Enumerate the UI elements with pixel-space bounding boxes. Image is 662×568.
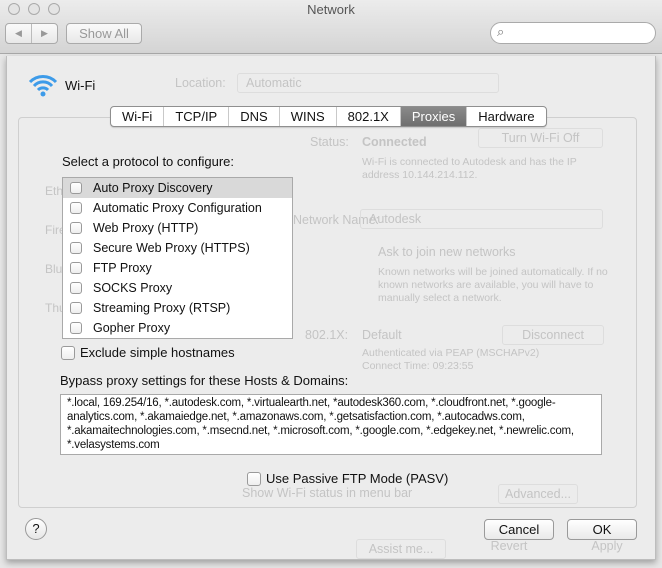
tab-proxies[interactable]: Proxies — [400, 107, 468, 126]
passive-ftp-checkbox[interactable]: Use Passive FTP Mode (PASV) — [247, 471, 448, 486]
checkbox[interactable] — [70, 182, 82, 194]
checkbox[interactable] — [70, 202, 82, 214]
tab-wifi[interactable]: Wi-Fi — [111, 107, 165, 126]
service-name: Wi-Fi — [65, 78, 96, 93]
protocol-label: Gopher Proxy — [93, 321, 171, 335]
wifi-icon — [28, 73, 58, 103]
ok-button[interactable]: OK — [567, 519, 637, 540]
apply-button: Apply — [591, 539, 623, 553]
back-button[interactable]: ◀ — [6, 24, 32, 43]
window-title: Network — [307, 2, 355, 17]
protocol-label: FTP Proxy — [93, 261, 152, 275]
checkbox-label: Use Passive FTP Mode (PASV) — [266, 471, 449, 486]
protocol-label: SOCKS Proxy — [93, 281, 173, 295]
show-all-button[interactable]: Show All — [66, 23, 142, 44]
protocol-row-https[interactable]: Secure Web Proxy (HTTPS) — [63, 238, 292, 258]
location-select: Automatic — [237, 73, 499, 93]
tab-tcpip[interactable]: TCP/IP — [164, 107, 230, 126]
checkbox[interactable] — [61, 345, 75, 360]
protocol-label: Secure Web Proxy (HTTPS) — [93, 241, 250, 255]
protocol-row-socks[interactable]: SOCKS Proxy — [63, 278, 292, 298]
checkbox[interactable] — [70, 222, 82, 234]
revert-button: Revert — [490, 539, 528, 553]
cancel-button[interactable]: Cancel — [484, 519, 554, 540]
exclude-simple-hostnames-checkbox[interactable]: Exclude simple hostnames — [61, 345, 235, 360]
tab-dns[interactable]: DNS — [229, 107, 280, 126]
protocol-label: Web Proxy (HTTP) — [93, 221, 199, 235]
help-button[interactable]: ? — [25, 518, 47, 540]
protocol-label: Auto Proxy Discovery — [93, 181, 213, 195]
tab-bar: Wi-Fi TCP/IP DNS WINS 802.1X Proxies Har… — [110, 106, 547, 127]
protocol-row-gopher[interactable]: Gopher Proxy — [63, 318, 292, 338]
protocol-list: Auto Proxy Discovery Automatic Proxy Con… — [62, 177, 293, 339]
forward-button[interactable]: ▶ — [32, 24, 57, 43]
select-protocol-label: Select a protocol to configure: — [62, 154, 234, 169]
protocol-row-http[interactable]: Web Proxy (HTTP) — [63, 218, 292, 238]
back-forward-buttons: ◀ ▶ — [5, 23, 58, 44]
tab-hardware[interactable]: Hardware — [467, 107, 545, 126]
bypass-label: Bypass proxy settings for these Hosts & … — [60, 373, 349, 388]
protocol-row-auto-config[interactable]: Automatic Proxy Configuration — [63, 198, 292, 218]
checkbox[interactable] — [70, 322, 82, 334]
protocol-row-ftp[interactable]: FTP Proxy — [63, 258, 292, 278]
bypass-textarea[interactable]: *.local, 169.254/16, *.autodesk.com, *.v… — [60, 394, 602, 455]
protocol-row-auto-discovery[interactable]: Auto Proxy Discovery — [63, 178, 292, 198]
checkbox[interactable] — [247, 471, 261, 486]
search-icon: ⌕ — [497, 24, 505, 39]
checkbox[interactable] — [70, 302, 82, 314]
tab-8021x[interactable]: 802.1X — [337, 107, 401, 126]
protocol-row-rtsp[interactable]: Streaming Proxy (RTSP) — [63, 298, 292, 318]
location-label: Location: — [175, 76, 226, 90]
search-input[interactable]: ⌕ — [490, 22, 656, 44]
protocol-label: Streaming Proxy (RTSP) — [93, 301, 231, 315]
checkbox-label: Exclude simple hostnames — [80, 345, 235, 360]
checkbox[interactable] — [70, 282, 82, 294]
checkbox[interactable] — [70, 262, 82, 274]
protocol-label: Automatic Proxy Configuration — [93, 201, 262, 215]
tab-wins[interactable]: WINS — [280, 107, 337, 126]
window-titlebar: Network ◀ ▶ Show All ⌕ — [0, 0, 662, 54]
assist-button: Assist me... — [356, 539, 446, 559]
checkbox[interactable] — [70, 242, 82, 254]
